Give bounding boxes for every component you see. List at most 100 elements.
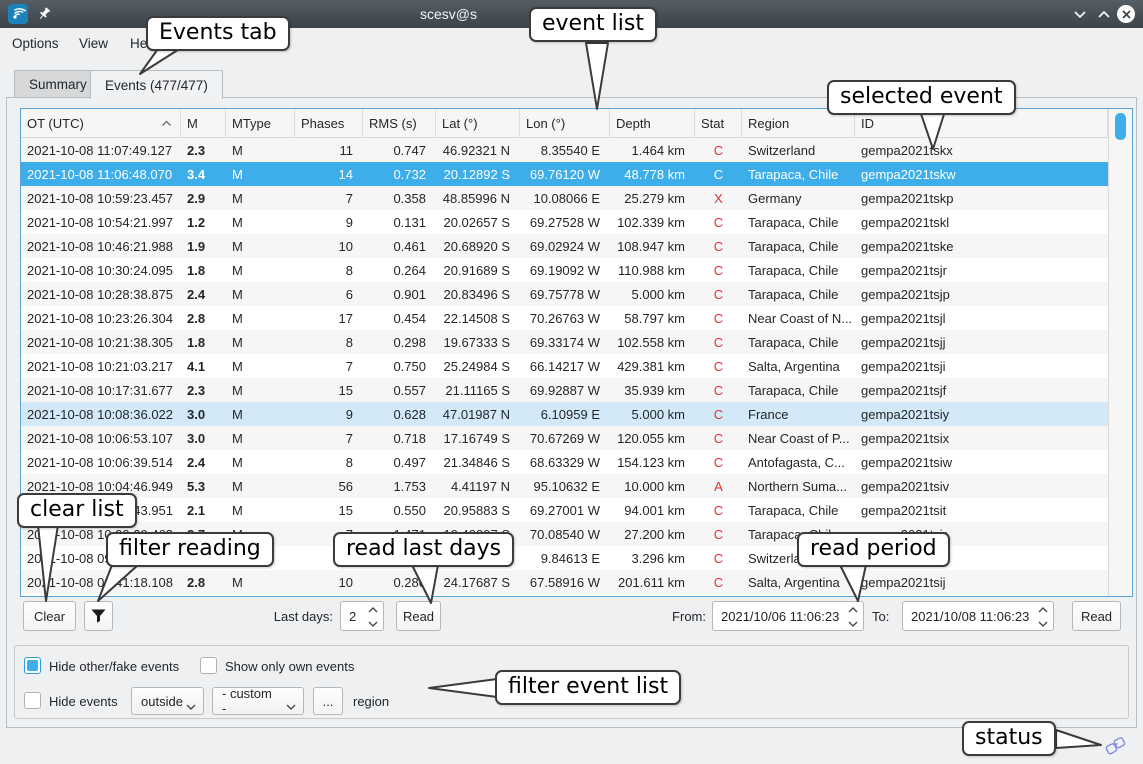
- filter-reading-button[interactable]: [84, 601, 113, 631]
- event-table: OT (UTC) M MType PhasesRMS (s) Lat (°) Lon (°…: [20, 108, 1133, 597]
- cell-id: gempa2021tsij: [855, 570, 1108, 594]
- cell-stat: C: [695, 426, 742, 450]
- cell-lat: 21.11165 S: [436, 378, 520, 402]
- clear-button[interactable]: Clear: [23, 601, 76, 631]
- column-header-label: Lat (°): [442, 116, 478, 131]
- column-header-mtype[interactable]: MType: [226, 109, 295, 138]
- table-row[interactable]: 2021-10-08 10:28:38.8752.4M60.90120.8349…: [21, 282, 1108, 306]
- cell-region: Tarapaca, Chile: [742, 210, 855, 234]
- column-header-label: MType: [232, 116, 271, 131]
- column-header-depth[interactable]: Depth: [610, 109, 695, 138]
- column-header-phases[interactable]: Phases: [295, 109, 363, 138]
- column-header-label: M: [187, 116, 198, 131]
- cell-depth: 429.381 km: [610, 354, 695, 378]
- cell-lon: 70.08540 W: [520, 522, 610, 546]
- table-row[interactable]: 2021-10-08 10:03:43.9512.1M150.55020.958…: [21, 498, 1108, 522]
- spin-arrows-icon[interactable]: [367, 606, 379, 628]
- cell-depth: 154.123 km: [610, 450, 695, 474]
- scope-dropdown[interactable]: outside: [131, 687, 204, 715]
- column-header-ot[interactable]: OT (UTC): [21, 109, 181, 138]
- table-row[interactable]: 2021-10-08 10:21:03.2174.1M70.75025.2498…: [21, 354, 1108, 378]
- table-row[interactable]: 2021-10-08 11:07:49.1272.3M110.74746.923…: [21, 138, 1108, 162]
- hide-events-checkbox[interactable]: [24, 692, 41, 709]
- cell-stat: C: [695, 282, 742, 306]
- cell-stat: C: [695, 162, 742, 186]
- cell-stat: C: [695, 378, 742, 402]
- cell-phases: 15: [295, 378, 363, 402]
- column-header-lat[interactable]: Lat (°): [436, 109, 520, 138]
- cell-region: Germany: [742, 186, 855, 210]
- table-row[interactable]: 2021-10-08 10:04:46.9495.3M561.7534.4119…: [21, 474, 1108, 498]
- table-row[interactable]: 2021-10-08 09:41:18.1082.8M100.28024.176…: [21, 570, 1108, 594]
- cell-phases: 9: [295, 402, 363, 426]
- table-row[interactable]: 2021-10-08 10:23:26.3042.8M170.45422.145…: [21, 306, 1108, 330]
- callout-events-tab: Events tab: [146, 16, 290, 51]
- cell-ot: 2021-10-08 10:21:38.305: [21, 330, 181, 354]
- last-days-spinbox[interactable]: 2: [340, 601, 384, 631]
- read-days-button[interactable]: Read: [396, 601, 441, 631]
- table-row[interactable]: 2021-10-08 10:30:24.0951.8M80.26420.9168…: [21, 258, 1108, 282]
- cell-depth: 27.200 km: [610, 522, 695, 546]
- spin-arrows-icon[interactable]: [1037, 606, 1049, 628]
- column-header-lon[interactable]: Lon (°): [520, 109, 610, 138]
- table-row[interactable]: 2021-10-08 10:46:21.9881.9M100.46120.689…: [21, 234, 1108, 258]
- cell-lon: 6.10959 E: [520, 402, 610, 426]
- cell-region: Tarapaca, Chile: [742, 234, 855, 258]
- spin-arrows-icon[interactable]: [847, 606, 859, 628]
- table-row[interactable]: 2021-10-08 10:06:39.5142.4M80.49721.3484…: [21, 450, 1108, 474]
- scrollbar-thumb[interactable]: [1115, 113, 1126, 140]
- vertical-scrollbar[interactable]: [1108, 109, 1132, 596]
- cell-m: 2.3: [181, 378, 226, 402]
- pin-icon[interactable]: [36, 6, 52, 22]
- cell-depth: 110.988 km: [610, 258, 695, 282]
- callout-status: status: [962, 721, 1056, 756]
- region-preset-value: - custom -: [222, 686, 279, 716]
- cell-phases: 7: [295, 354, 363, 378]
- table-row[interactable]: 2021-10-08 10:06:53.1073.0M70.71817.1674…: [21, 426, 1108, 450]
- cell-ot: 2021-10-08 10:08:36.022: [21, 402, 181, 426]
- cell-region: Tarapaca, Chile: [742, 378, 855, 402]
- cell-lon: 10.08066 E: [520, 186, 610, 210]
- column-header-m[interactable]: M: [181, 109, 226, 138]
- from-datetime-field[interactable]: 2021/10/06 11:06:23: [712, 601, 864, 631]
- table-row[interactable]: 2021-10-08 10:21:38.3051.8M80.29819.6733…: [21, 330, 1108, 354]
- tab-summary[interactable]: Summary: [14, 70, 102, 98]
- tab-events[interactable]: Events (477/477): [90, 70, 223, 99]
- close-button[interactable]: [1116, 4, 1136, 24]
- cell-depth: 108.947 km: [610, 234, 695, 258]
- table-row[interactable]: 2021-10-08 10:17:31.6772.3M150.55721.111…: [21, 378, 1108, 402]
- cell-id: gempa2021tskl: [855, 210, 1108, 234]
- menu-view[interactable]: View: [79, 36, 108, 51]
- maximize-button[interactable]: [1094, 4, 1114, 24]
- table-row[interactable]: 2021-10-08 10:54:21.9971.2M90.13120.0265…: [21, 210, 1108, 234]
- table-row[interactable]: 2021-10-08 10:08:36.0223.0M90.62847.0198…: [21, 402, 1108, 426]
- cell-ot: 2021-10-08 10:28:38.875: [21, 282, 181, 306]
- column-header-rms[interactable]: RMS (s): [363, 109, 436, 138]
- table-row[interactable]: 2021-10-08 10:59:23.4572.9M70.35848.8599…: [21, 186, 1108, 210]
- cell-phases: 14: [295, 162, 363, 186]
- region-preset-dropdown[interactable]: - custom -: [212, 687, 304, 715]
- cell-id: gempa2021tskx: [855, 138, 1108, 162]
- cell-lon: 69.02924 W: [520, 234, 610, 258]
- minimize-button[interactable]: [1070, 4, 1090, 24]
- cell-depth: 3.296 km: [610, 546, 695, 570]
- hide-other-checkbox[interactable]: [24, 657, 41, 674]
- column-header-label: Depth: [616, 116, 651, 131]
- cell-ot: 2021-10-08 11:06:48.070: [21, 162, 181, 186]
- show-own-checkbox[interactable]: [200, 657, 217, 674]
- table-row[interactable]: 2021-10-08 11:06:48.0703.4M140.73220.128…: [21, 162, 1108, 186]
- cell-m: 2.8: [181, 306, 226, 330]
- menu-options[interactable]: Options: [12, 36, 59, 51]
- read-period-button[interactable]: Read: [1072, 601, 1121, 631]
- cell-depth: 201.611 km: [610, 570, 695, 594]
- cell-m: 1.9: [181, 234, 226, 258]
- cell-rms: 0.732: [363, 162, 436, 186]
- to-datetime-field[interactable]: 2021/10/08 11:06:23: [902, 601, 1054, 631]
- region-more-button[interactable]: ...: [313, 687, 343, 715]
- cell-phases: 6: [295, 282, 363, 306]
- column-header-stat[interactable]: Stat: [695, 109, 742, 138]
- cell-ot: 2021-10-08 10:59:23.457: [21, 186, 181, 210]
- cell-lat: 20.83496 S: [436, 282, 520, 306]
- cell-depth: 102.339 km: [610, 210, 695, 234]
- callout-selected-event: selected event: [827, 80, 1016, 115]
